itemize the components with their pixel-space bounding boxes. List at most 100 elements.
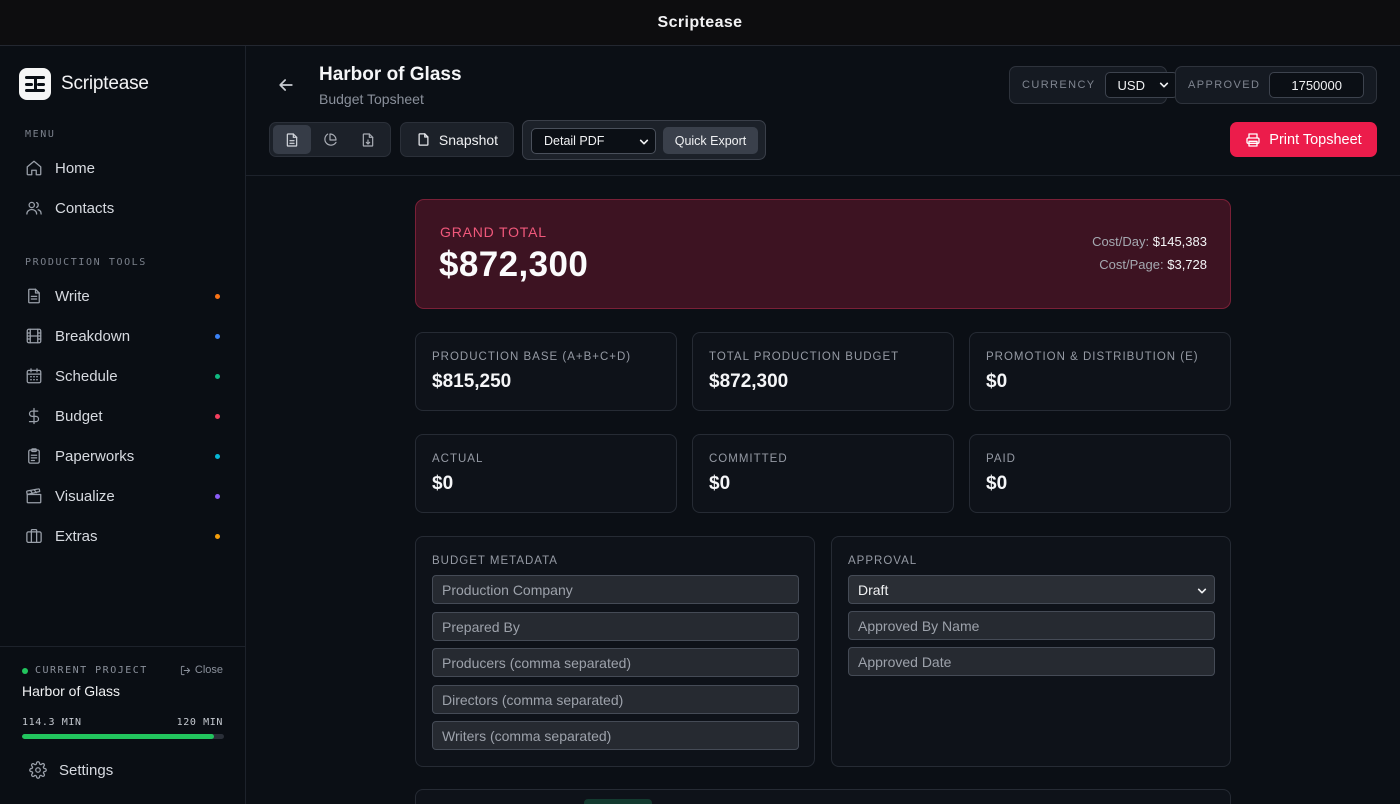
runtime-current: 114.3 MIN: [22, 717, 82, 728]
sidebar-item-label: Breakdown: [55, 327, 131, 345]
producers-input[interactable]: Producers (comma separated): [432, 648, 799, 677]
approved-label: APPROVED: [1188, 79, 1261, 91]
page-subtitle: Budget Topsheet: [319, 91, 424, 107]
topsheet-view-button[interactable]: [273, 125, 311, 154]
current-project-label-text: CURRENT PROJECT: [35, 665, 148, 676]
brand-logo-icon: [19, 68, 51, 100]
card-label: COMMITTED: [709, 453, 788, 465]
document-icon: [28, 288, 40, 304]
approval-panel: APPROVAL Draft Approved By Name Approved…: [831, 536, 1231, 767]
settings-label: Settings: [59, 761, 114, 779]
summary-card-paid: PAID $0: [969, 434, 1231, 513]
approved-amount-input[interactable]: 1750000: [1269, 72, 1364, 98]
card-value: $815,250: [432, 371, 512, 392]
export-group: Detail PDF Quick Export: [522, 120, 766, 160]
status-dot: [215, 374, 220, 379]
snapshot-label: Snapshot: [438, 131, 499, 148]
clipboard-icon: [28, 448, 40, 464]
pie-chart-icon: [324, 132, 337, 146]
active-dot: [22, 667, 28, 674]
summary-card-production-base: PRODUCTION BASE (A+B+C+D) $815,250: [415, 332, 677, 411]
status-dot: [215, 414, 220, 419]
briefcase-icon: [26, 528, 42, 544]
brand-name: Scriptease: [61, 73, 149, 94]
calendar-icon: [26, 368, 42, 384]
status-dot: [215, 494, 220, 499]
approval-status-select[interactable]: Draft: [848, 575, 1215, 604]
cost-per-day-value: $145,383: [1152, 234, 1207, 249]
runtime-progress-fill: [22, 734, 215, 739]
sidebar-item-schedule[interactable]: Schedule: [17, 356, 229, 396]
export-format-select[interactable]: Detail PDF: [531, 128, 656, 154]
tools-nav: Write Breakdown Schedule Budget Paperwor…: [17, 276, 229, 556]
settings-button[interactable]: Settings: [29, 761, 113, 779]
sidebar-item-paperworks[interactable]: Paperworks: [17, 436, 229, 476]
sidebar-item-extras[interactable]: Extras: [17, 516, 229, 556]
production-company-input[interactable]: Production Company: [432, 575, 799, 604]
cost-per-day: Cost/Day: $145,383: [1092, 234, 1207, 249]
summary-card-committed: COMMITTED $0: [692, 434, 954, 513]
sidebar-item-visualize[interactable]: Visualize: [17, 476, 229, 516]
sidebar-item-label: Paperworks: [55, 447, 135, 465]
dollar-icon: [28, 407, 40, 425]
approved-date-input[interactable]: Approved Date: [848, 647, 1215, 676]
sidebar-item-label: Budget: [55, 407, 103, 425]
export-format-value: Detail PDF: [544, 134, 605, 148]
film-icon: [26, 328, 42, 344]
card-value: $0: [709, 473, 731, 494]
prepared-by-input[interactable]: Prepared By: [432, 612, 799, 641]
grand-total-value: $872,300: [439, 245, 589, 284]
metadata-label: BUDGET METADATA: [432, 555, 558, 567]
cost-per-page-label: Cost/Page:: [1099, 257, 1164, 272]
sidebar-item-home[interactable]: Home: [17, 148, 229, 188]
sidebar-item-budget[interactable]: Budget: [17, 396, 229, 436]
sidebar-item-contacts[interactable]: Contacts: [17, 188, 229, 228]
cost-per-page: Cost/Page: $3,728: [1099, 257, 1207, 272]
writers-input[interactable]: Writers (comma separated): [432, 721, 799, 750]
quick-export-button[interactable]: Quick Export: [663, 127, 758, 154]
card-label: PRODUCTION BASE (A+B+C+D): [432, 351, 632, 363]
print-topsheet-button[interactable]: Print Topsheet: [1230, 122, 1377, 157]
menu-nav: Home Contacts: [17, 148, 229, 228]
card-label: PAID: [986, 453, 1016, 465]
card-label: ACTUAL: [432, 453, 484, 465]
approval-status-value: Draft: [858, 581, 889, 598]
currency-label: CURRENCY: [1022, 79, 1096, 91]
approved-by-input[interactable]: Approved By Name: [848, 611, 1215, 640]
summary-card-actual: ACTUAL $0: [415, 434, 677, 513]
grand-total-label: GRAND TOTAL: [440, 224, 547, 240]
home-icon: [26, 160, 42, 176]
runtime-progress-bar: [22, 734, 224, 739]
page-header: Harbor of Glass Budget Topsheet CURRENCY…: [246, 46, 1400, 176]
card-label: PROMOTION & DISTRIBUTION (E): [986, 351, 1199, 363]
status-badge: [584, 799, 652, 804]
gear-icon: [29, 761, 47, 779]
close-project-button[interactable]: Close: [180, 664, 223, 676]
chart-view-button[interactable]: [311, 125, 349, 154]
cost-per-page-value: $3,728: [1167, 257, 1207, 272]
document-view-button[interactable]: [349, 125, 387, 154]
status-dot: [215, 294, 220, 299]
window-title: Scriptease: [657, 13, 743, 31]
brand[interactable]: Scriptease: [19, 68, 149, 100]
window-titlebar: Scriptease: [0, 0, 1400, 46]
close-label: Close: [194, 664, 223, 676]
directors-input[interactable]: Directors (comma separated): [432, 685, 799, 714]
status-dot: [215, 454, 220, 459]
card-value: $0: [986, 371, 1008, 392]
sidebar-item-label: Schedule: [55, 367, 118, 385]
chevron-down-icon: [1159, 82, 1169, 88]
card-value: $0: [986, 473, 1008, 494]
sidebar-item-breakdown[interactable]: Breakdown: [17, 316, 229, 356]
summary-card-promotion: PROMOTION & DISTRIBUTION (E) $0: [969, 332, 1231, 411]
clapperboard-icon: [26, 488, 42, 504]
currency-select[interactable]: USD: [1104, 72, 1178, 98]
card-label: TOTAL PRODUCTION BUDGET: [709, 351, 900, 363]
back-arrow-icon[interactable]: [276, 75, 296, 95]
currency-value: USD: [1117, 77, 1145, 93]
snapshot-button[interactable]: Snapshot: [400, 122, 514, 157]
view-toggle-group: [269, 122, 391, 157]
sidebar-item-write[interactable]: Write: [17, 276, 229, 316]
runtime-target: 120 MIN: [176, 717, 223, 728]
sidebar-item-label: Extras: [55, 527, 98, 545]
